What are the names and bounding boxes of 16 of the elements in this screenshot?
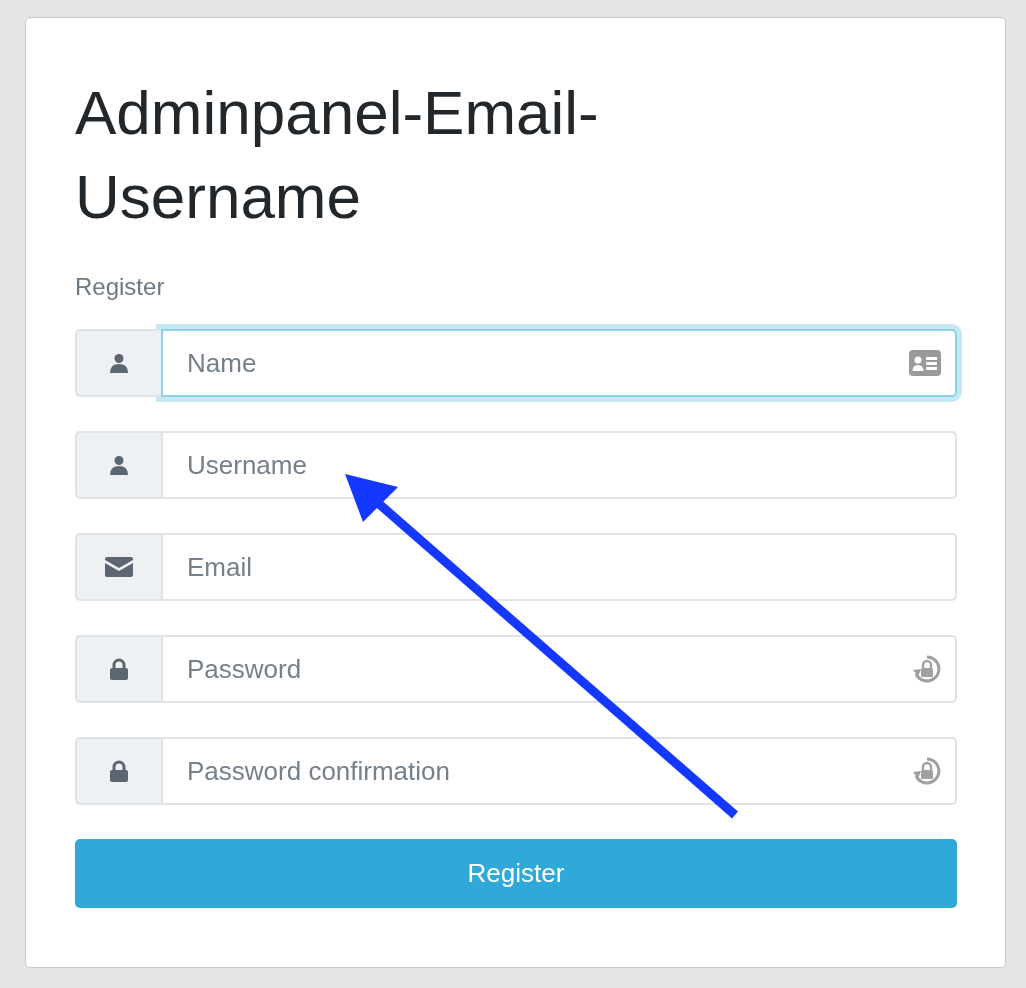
input-field[interactable]: Password [161,635,957,703]
envelope-icon [105,557,133,577]
input-field[interactable]: Password confirmation [161,737,957,805]
form-subtitle: Register [75,273,166,301]
page-title: Adminpanel-Email-Username [75,77,600,233]
lock-refresh-icon [913,655,941,683]
input-field[interactable]: Username [161,431,957,499]
lock-refresh-icon [913,757,941,785]
lock-icon [110,760,128,782]
lock-icon [110,658,128,680]
user-icon [109,353,129,373]
input-field[interactable]: Email [161,533,957,601]
input-field[interactable]: Name [161,329,957,397]
user-icon [109,455,129,475]
register-button[interactable]: Register [75,839,957,908]
id-card-icon [909,350,941,376]
